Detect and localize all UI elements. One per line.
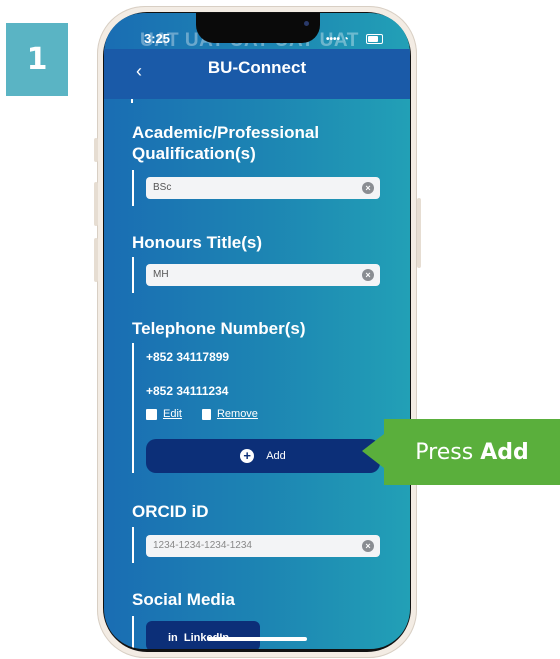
trash-icon[interactable] — [201, 408, 211, 420]
honours-label: Honours Title(s) — [132, 233, 263, 252]
camera-icon — [304, 21, 309, 26]
volume-up-button — [94, 182, 98, 226]
qualification-label-line2: Qualification(s) — [132, 144, 256, 163]
section-divider — [131, 99, 133, 103]
plus-icon: + — [240, 449, 255, 463]
add-label: Add — [266, 450, 286, 462]
section-divider — [132, 343, 134, 473]
qualification-label-line1: Academic/Professional — [132, 123, 320, 142]
clear-icon[interactable]: × — [362, 182, 374, 194]
callout-text: Press — [415, 439, 474, 465]
callout-bold: Add — [480, 439, 529, 465]
callout-arrow — [362, 434, 384, 468]
edit-link[interactable]: Edit — [163, 408, 182, 420]
section-divider — [132, 170, 134, 206]
section-divider — [132, 616, 134, 649]
telephone-label: Telephone Number(s) — [132, 319, 306, 338]
orcid-placeholder: 1234-1234-1234-1234 — [153, 540, 252, 551]
status-time: 3:25 — [144, 31, 171, 46]
mute-switch — [94, 138, 98, 162]
honours-value: MH — [153, 269, 169, 280]
phone-screen: UAT UAT UAT UAT UAT 3:25 •••• ◔ ‹ BU-Con… — [104, 13, 410, 649]
qualification-label: Academic/Professional Qualification(s) — [132, 122, 319, 164]
volume-down-button — [94, 238, 98, 282]
telephone-number: +852 34117899 — [146, 350, 230, 364]
remove-link[interactable]: Remove — [217, 408, 258, 420]
orcid-label: ORCID iD — [132, 502, 209, 521]
qualification-value: BSc — [153, 182, 172, 193]
clear-icon[interactable]: × — [362, 540, 374, 552]
edit-icon[interactable] — [146, 408, 157, 420]
step-badge: 1 — [6, 23, 68, 96]
telephone-number: +852 34111234 — [146, 384, 229, 398]
linkedin-button[interactable]: in LinkedIn — [146, 621, 260, 649]
telephone-actions: Edit Remove — [146, 408, 258, 420]
qualification-field[interactable]: BSc × — [146, 177, 380, 199]
instruction-callout: Press Add — [384, 419, 560, 485]
section-divider — [132, 257, 134, 293]
page-title: BU-Connect — [207, 58, 307, 77]
battery-icon — [366, 34, 383, 44]
honours-field[interactable]: MH × — [146, 264, 380, 286]
orcid-field[interactable]: 1234-1234-1234-1234 × — [146, 535, 380, 557]
signal-wifi-icon: •••• ◔ — [326, 34, 349, 45]
power-button — [417, 198, 421, 268]
add-telephone-button[interactable]: + Add — [146, 439, 380, 473]
status-bar: UAT UAT UAT UAT UAT 3:25 •••• ◔ — [104, 13, 410, 51]
social-media-label: Social Media — [132, 590, 235, 609]
section-divider — [132, 527, 134, 563]
home-indicator[interactable] — [207, 637, 307, 641]
clear-icon[interactable]: × — [362, 269, 374, 281]
dynamic-notch — [196, 13, 320, 43]
